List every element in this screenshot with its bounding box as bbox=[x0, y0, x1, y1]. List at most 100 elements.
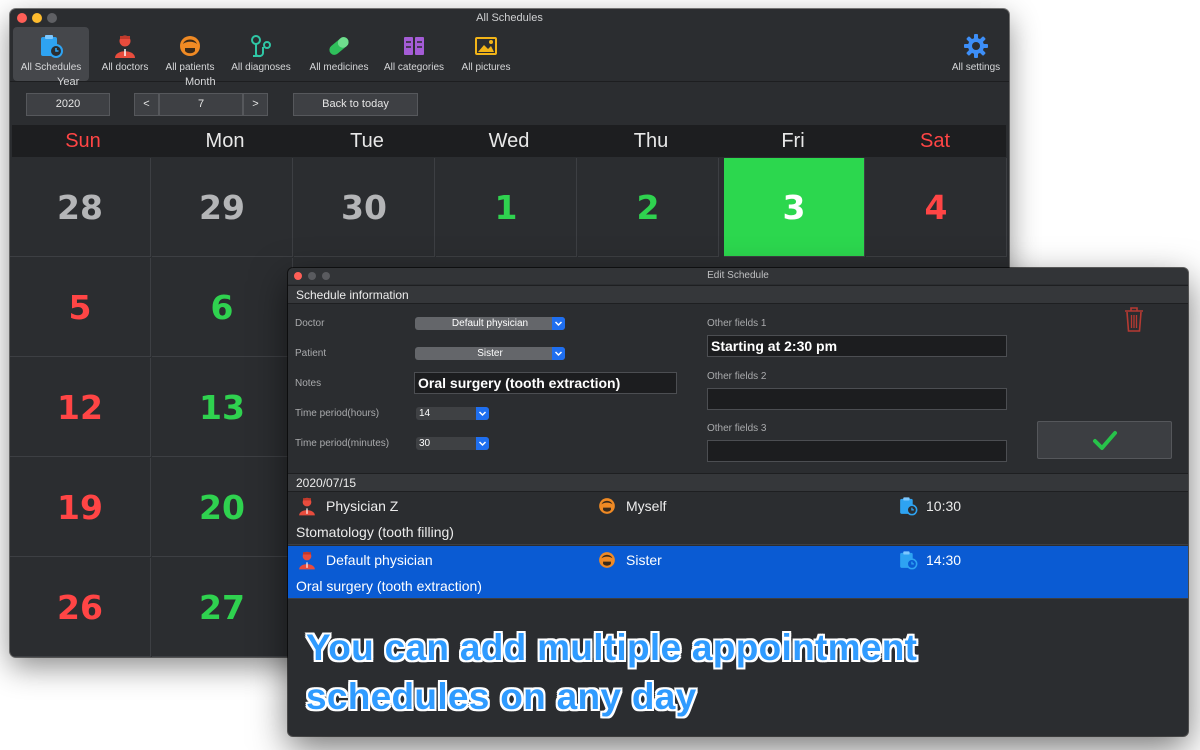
month-field[interactable]: 7 bbox=[159, 93, 243, 116]
other-fields-1-label: Other fields 1 bbox=[707, 318, 767, 329]
caption-line-1: You can add multiple appointment bbox=[306, 627, 918, 668]
doctor-value: Default physician bbox=[451, 318, 529, 329]
next-month-button[interactable]: > bbox=[243, 93, 268, 116]
year-label: Year bbox=[57, 76, 80, 88]
day-number: 13 bbox=[199, 388, 245, 427]
appointment-time: 10:30 bbox=[926, 498, 962, 514]
weekday-tue: Tue bbox=[350, 130, 384, 152]
schedule-icon bbox=[900, 497, 918, 516]
minutes-value: 30 bbox=[419, 438, 431, 449]
pictures-icon bbox=[475, 37, 497, 55]
chevron-down-icon bbox=[476, 407, 489, 420]
date-header: 2020/07/15 bbox=[288, 473, 1188, 492]
toolbar-label: All pictures bbox=[461, 62, 511, 73]
toolbar-all-diagnoses[interactable]: All diagnoses bbox=[228, 27, 294, 81]
day-cell[interactable]: 5 bbox=[10, 258, 151, 357]
toolbar-label: All medicines bbox=[309, 62, 369, 73]
toolbar: All Schedules All doctors All patients A… bbox=[10, 27, 1009, 82]
appointment-row-selected[interactable]: Default physician Sister 14:30 Oral surg… bbox=[288, 546, 1188, 599]
day-number: 2 bbox=[636, 188, 660, 227]
toolbar-all-settings[interactable]: All settings bbox=[948, 27, 1004, 81]
toolbar-label: All Schedules bbox=[20, 62, 82, 73]
minutes-select[interactable]: 30 bbox=[416, 437, 489, 450]
day-cell[interactable]: 28 bbox=[10, 158, 151, 257]
day-cell[interactable]: 13 bbox=[152, 358, 293, 457]
toolbar-all-schedules[interactable]: All Schedules bbox=[13, 27, 89, 81]
trash-icon[interactable] bbox=[1123, 305, 1145, 333]
day-number: 5 bbox=[68, 288, 92, 327]
year-field[interactable]: 2020 bbox=[26, 93, 110, 116]
notes-label: Notes bbox=[295, 378, 322, 389]
toolbar-all-pictures[interactable]: All pictures bbox=[458, 27, 514, 81]
patient-icon bbox=[599, 498, 615, 514]
toolbar-label: All doctors bbox=[101, 62, 149, 73]
dialog-title: Edit Schedule bbox=[707, 270, 769, 281]
pill-icon bbox=[329, 37, 349, 55]
appointment-patient: Myself bbox=[626, 498, 667, 514]
appointment-doctor: Default physician bbox=[326, 552, 433, 568]
day-cell[interactable]: 2 bbox=[578, 158, 719, 257]
weekday-header: Sun Mon Tue Wed Thu Fri Sat bbox=[12, 125, 1006, 157]
prev-month-button[interactable]: < bbox=[134, 93, 159, 116]
edit-schedule-dialog: Edit Schedule Schedule information Docto… bbox=[288, 268, 1188, 736]
doctor-icon bbox=[115, 35, 135, 58]
day-cell[interactable]: 26 bbox=[10, 558, 151, 657]
toolbar-label: All diagnoses bbox=[231, 62, 291, 73]
day-number: 12 bbox=[57, 388, 103, 427]
day-cell[interactable]: 19 bbox=[10, 458, 151, 557]
other-fields-2-input[interactable] bbox=[707, 388, 1007, 410]
save-button[interactable] bbox=[1037, 421, 1172, 459]
notes-field[interactable]: Oral surgery (tooth extraction) bbox=[414, 372, 677, 394]
schedule-icon bbox=[41, 35, 63, 58]
other-fields-3-label: Other fields 3 bbox=[707, 423, 767, 434]
day-number: 30 bbox=[341, 188, 387, 227]
day-cell[interactable]: 12 bbox=[10, 358, 151, 457]
day-number: 28 bbox=[57, 188, 103, 227]
window-title: All Schedules bbox=[476, 12, 543, 24]
appointment-doctor: Physician Z bbox=[326, 498, 399, 514]
day-number: 1 bbox=[494, 188, 518, 227]
doctor-label: Doctor bbox=[295, 318, 325, 329]
day-number: 4 bbox=[924, 188, 948, 227]
toolbar-all-categories[interactable]: All categories bbox=[382, 27, 446, 81]
doctor-icon bbox=[299, 551, 315, 570]
day-cell[interactable]: 4 bbox=[866, 158, 1007, 257]
categories-icon bbox=[404, 37, 424, 55]
day-number: 29 bbox=[199, 188, 245, 227]
doctor-select[interactable]: Default physician bbox=[415, 317, 565, 330]
main-titlebar: All Schedules bbox=[10, 9, 1009, 27]
stethoscope-icon bbox=[251, 35, 271, 58]
hours-value: 14 bbox=[419, 408, 431, 419]
day-cell-today[interactable]: 3 bbox=[724, 158, 865, 257]
day-cell[interactable]: 29 bbox=[152, 158, 293, 257]
day-number: 6 bbox=[210, 288, 234, 327]
day-cell[interactable]: 6 bbox=[152, 258, 293, 357]
toolbar-label: All patients bbox=[165, 62, 215, 73]
other-fields-3-input[interactable] bbox=[707, 440, 1007, 462]
back-to-today-button[interactable]: Back to today bbox=[293, 93, 418, 116]
patient-icon bbox=[599, 552, 615, 568]
patient-icon bbox=[180, 36, 200, 56]
day-cell[interactable]: 1 bbox=[436, 158, 577, 257]
gear-icon bbox=[964, 34, 988, 58]
appointment-row[interactable]: Physician Z Myself 10:30 Stomatology (to… bbox=[288, 492, 1188, 545]
weekday-sat: Sat bbox=[919, 130, 951, 152]
day-cell[interactable]: 30 bbox=[294, 158, 435, 257]
day-cell[interactable]: 20 bbox=[152, 458, 293, 557]
doctor-icon bbox=[299, 497, 315, 516]
toolbar-all-doctors[interactable]: All doctors bbox=[96, 27, 154, 81]
toolbar-all-patients[interactable]: All patients bbox=[161, 27, 219, 81]
day-number: 19 bbox=[57, 488, 103, 527]
weekday-wed: Wed bbox=[488, 130, 530, 152]
appointment-notes: Oral surgery (tooth extraction) bbox=[296, 578, 482, 594]
day-cell[interactable]: 27 bbox=[152, 558, 293, 657]
toolbar-all-medicines[interactable]: All medicines bbox=[305, 27, 373, 81]
schedule-icon bbox=[900, 551, 918, 570]
day-number: 26 bbox=[57, 588, 103, 627]
hours-select[interactable]: 14 bbox=[416, 407, 489, 420]
appointment-notes: Stomatology (tooth filling) bbox=[296, 524, 454, 540]
patient-select[interactable]: Sister bbox=[415, 347, 565, 360]
checkmark-icon bbox=[1092, 431, 1117, 450]
other-fields-1-input[interactable]: Starting at 2:30 pm bbox=[707, 335, 1007, 357]
section-header: Schedule information bbox=[288, 285, 1188, 304]
